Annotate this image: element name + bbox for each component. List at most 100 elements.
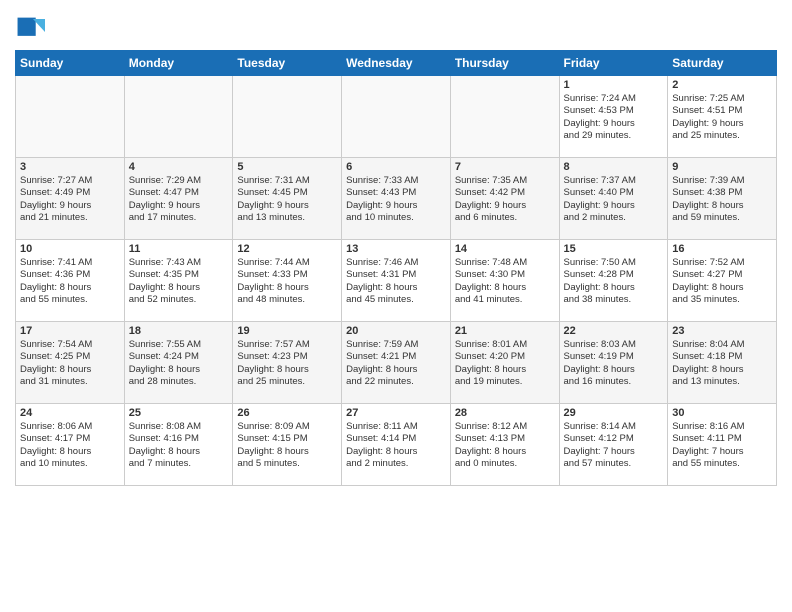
day-info-line: Sunset: 4:17 PM bbox=[20, 433, 120, 445]
day-info-line: Daylight: 8 hours bbox=[455, 446, 555, 458]
day-info-line: Sunset: 4:25 PM bbox=[20, 351, 120, 363]
day-number: 21 bbox=[455, 325, 555, 337]
day-info-line: Sunrise: 7:54 AM bbox=[20, 339, 120, 351]
day-info-line: Sunset: 4:40 PM bbox=[564, 187, 664, 199]
day-info-line: and 10 minutes. bbox=[20, 458, 120, 470]
day-info-line: and 17 minutes. bbox=[129, 212, 229, 224]
calendar-cell: 30Sunrise: 8:16 AMSunset: 4:11 PMDayligh… bbox=[668, 404, 777, 486]
day-number: 1 bbox=[564, 79, 664, 91]
day-info-line: Sunset: 4:27 PM bbox=[672, 269, 772, 281]
day-info-line: Sunset: 4:15 PM bbox=[237, 433, 337, 445]
day-info-line: Sunrise: 7:24 AM bbox=[564, 93, 664, 105]
day-info-line: Daylight: 8 hours bbox=[129, 446, 229, 458]
day-info-line: Sunrise: 7:46 AM bbox=[346, 257, 446, 269]
calendar-cell: 23Sunrise: 8:04 AMSunset: 4:18 PMDayligh… bbox=[668, 322, 777, 404]
day-info-line: and 16 minutes. bbox=[564, 376, 664, 388]
day-number: 7 bbox=[455, 161, 555, 173]
day-info-line: and 48 minutes. bbox=[237, 294, 337, 306]
day-info-line: and 21 minutes. bbox=[20, 212, 120, 224]
day-info-line: Sunset: 4:13 PM bbox=[455, 433, 555, 445]
day-info-line: and 22 minutes. bbox=[346, 376, 446, 388]
day-info-line: and 41 minutes. bbox=[455, 294, 555, 306]
day-info-line: Daylight: 8 hours bbox=[455, 282, 555, 294]
day-info-line: Sunrise: 8:04 AM bbox=[672, 339, 772, 351]
svg-text:◼: ◼ bbox=[15, 14, 38, 40]
calendar-cell: 4Sunrise: 7:29 AMSunset: 4:47 PMDaylight… bbox=[124, 158, 233, 240]
day-info-line: Sunset: 4:24 PM bbox=[129, 351, 229, 363]
day-info-line: Sunrise: 7:50 AM bbox=[564, 257, 664, 269]
day-info-line: Sunrise: 8:03 AM bbox=[564, 339, 664, 351]
calendar-week-row: 17 Sunrise: 7:54 AMSunset: 4:25 PM Dayligh… bbox=[16, 322, 777, 404]
day-info-line: and 28 minutes. bbox=[129, 376, 229, 388]
day-info-line: Sunset: 4:23 PM bbox=[237, 351, 337, 363]
day-info-line: Sunrise: 7:43 AM bbox=[129, 257, 229, 269]
calendar-cell: 19Sunrise: 7:57 AMSunset: 4:23 PMDayligh… bbox=[233, 322, 342, 404]
day-info-line: Daylight: 9 hours bbox=[672, 118, 772, 130]
calendar-cell: 28 Sunrise: 8:12 AMSunset: 4:13 PMDayligh… bbox=[450, 404, 559, 486]
calendar-cell: 2Sunrise: 7:25 AMSunset: 4:51 PMDaylight… bbox=[668, 76, 777, 158]
logo-icon: ◼ bbox=[15, 14, 45, 44]
day-info-line: Daylight: 8 hours bbox=[237, 446, 337, 458]
day-info-line: Daylight: 8 hours bbox=[564, 282, 664, 294]
day-info-line: and 7 minutes. bbox=[129, 458, 229, 470]
day-info-line: and 2 minutes. bbox=[346, 458, 446, 470]
day-info-line: and 5 minutes. bbox=[237, 458, 337, 470]
day-of-week-header: Thursday bbox=[450, 51, 559, 76]
calendar-cell: 20Sunrise: 7:59 AMSunset: 4:21 PMDayligh… bbox=[342, 322, 451, 404]
day-info-line: Daylight: 8 hours bbox=[20, 446, 120, 458]
day-info-line: Daylight: 9 hours bbox=[237, 200, 337, 212]
header-row: SundayMondayTuesdayWednesdayThursdayFrid… bbox=[16, 51, 777, 76]
day-info-line: Daylight: 8 hours bbox=[564, 364, 664, 376]
day-info-line: Sunrise: 8:12 AM bbox=[455, 421, 555, 433]
day-number: 25 bbox=[129, 407, 229, 419]
day-of-week-header: Saturday bbox=[668, 51, 777, 76]
day-of-week-header: Monday bbox=[124, 51, 233, 76]
calendar-cell: 25Sunrise: 8:08 AMSunset: 4:16 PMDayligh… bbox=[124, 404, 233, 486]
day-info-line: Sunrise: 8:06 AM bbox=[20, 421, 120, 433]
day-info-line: Daylight: 9 hours bbox=[346, 200, 446, 212]
day-info-line: and 29 minutes. bbox=[564, 130, 664, 142]
day-number: 8 bbox=[564, 161, 664, 173]
calendar-table: SundayMondayTuesdayWednesdayThursdayFrid… bbox=[15, 50, 777, 486]
day-number: 5 bbox=[237, 161, 337, 173]
day-info-line: Sunset: 4:33 PM bbox=[237, 269, 337, 281]
day-info-line: Sunset: 4:28 PM bbox=[564, 269, 664, 281]
day-info-line: Sunset: 4:45 PM bbox=[237, 187, 337, 199]
day-number: 13 bbox=[346, 243, 446, 255]
day-info-line: Sunrise: 8:01 AM bbox=[455, 339, 555, 351]
day-info-line: Daylight: 7 hours bbox=[672, 446, 772, 458]
day-number: 4 bbox=[129, 161, 229, 173]
calendar-cell: 15Sunrise: 7:50 AMSunset: 4:28 PMDayligh… bbox=[559, 240, 668, 322]
day-info-line: Sunset: 4:35 PM bbox=[129, 269, 229, 281]
day-info-line: and 19 minutes. bbox=[455, 376, 555, 388]
day-number: 19 bbox=[237, 325, 337, 337]
day-info-line: and 55 minutes. bbox=[20, 294, 120, 306]
day-info-line: Sunrise: 8:08 AM bbox=[129, 421, 229, 433]
day-info-line: Sunrise: 8:11 AM bbox=[346, 421, 446, 433]
day-info-line: Sunrise: 7:37 AM bbox=[564, 175, 664, 187]
day-info-line: and 45 minutes. bbox=[346, 294, 446, 306]
calendar-week-row: 1Sunrise: 7:24 AMSunset: 4:53 PMDaylight… bbox=[16, 76, 777, 158]
calendar-cell bbox=[342, 76, 451, 158]
logo: ◼ bbox=[15, 14, 49, 44]
header: ◼ bbox=[15, 10, 777, 44]
day-info-line: Daylight: 9 hours bbox=[455, 200, 555, 212]
calendar-week-row: 24Sunrise: 8:06 AMSunset: 4:17 PMDayligh… bbox=[16, 404, 777, 486]
day-number: 17 bbox=[20, 325, 120, 337]
day-info-line: Sunrise: 7:27 AM bbox=[20, 175, 120, 187]
day-info-line: Daylight: 9 hours bbox=[564, 118, 664, 130]
day-info-line: Daylight: 8 hours bbox=[672, 364, 772, 376]
day-info-line: Daylight: 8 hours bbox=[346, 446, 446, 458]
day-info-line: Sunrise: 7:41 AM bbox=[20, 257, 120, 269]
day-number: 28 bbox=[455, 407, 555, 419]
day-info-line: and 13 minutes. bbox=[237, 212, 337, 224]
day-info-line: Sunrise: 7:35 AM bbox=[455, 175, 555, 187]
day-info-line: Daylight: 8 hours bbox=[346, 282, 446, 294]
calendar-cell: 10Sunrise: 7:41 AMSunset: 4:36 PMDayligh… bbox=[16, 240, 125, 322]
calendar-cell: 21Sunrise: 8:01 AMSunset: 4:20 PMDayligh… bbox=[450, 322, 559, 404]
day-info-line: and 35 minutes. bbox=[672, 294, 772, 306]
day-number: 10 bbox=[20, 243, 120, 255]
day-number: 14 bbox=[455, 243, 555, 255]
day-info-line: Daylight: 8 hours bbox=[672, 282, 772, 294]
calendar-cell: 17Sunrise: 7:54 AMSunset: 4:25 PMDayligh… bbox=[16, 322, 125, 404]
